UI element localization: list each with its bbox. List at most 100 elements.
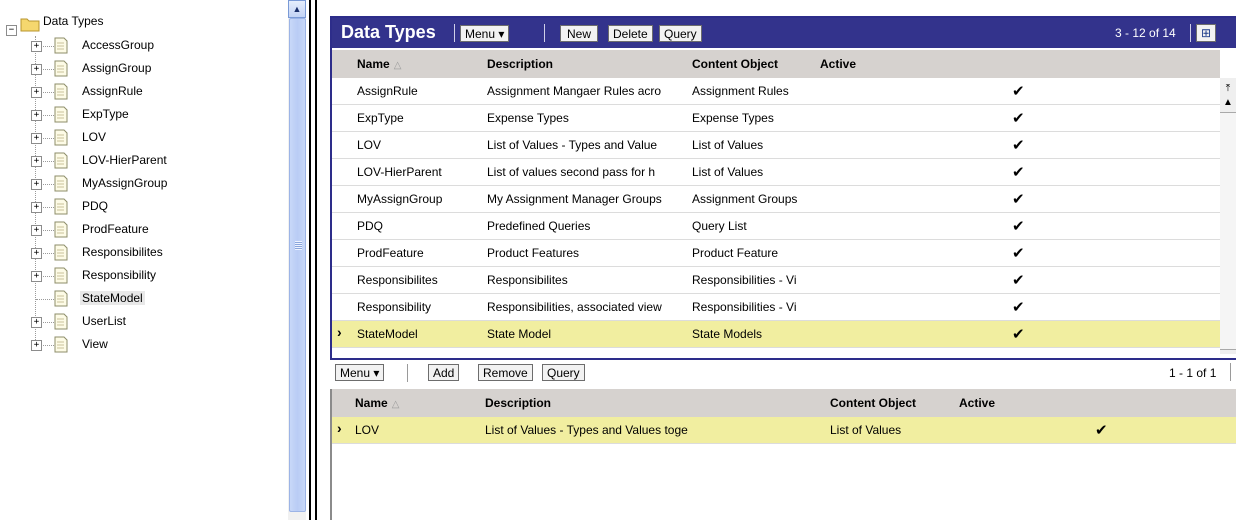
- tree-item-label[interactable]: LOV-HierParent: [82, 153, 167, 167]
- cell-description[interactable]: My Assignment Manager Groups: [487, 192, 690, 206]
- tree-item-label[interactable]: ProdFeature: [82, 222, 149, 236]
- tree-item-label[interactable]: Responsibilites: [82, 245, 163, 259]
- new-button[interactable]: New: [560, 25, 599, 42]
- tree-item-label[interactable]: View: [82, 337, 108, 351]
- cell-content[interactable]: Responsibilities - Vi: [692, 273, 817, 287]
- lower-menu-button[interactable]: Menu ▾: [335, 364, 385, 381]
- table-row[interactable]: MyAssignGroup My Assignment Manager Group…: [332, 186, 1220, 213]
- tree-item-label[interactable]: UserList: [82, 314, 126, 328]
- cell-name[interactable]: PDQ: [357, 219, 485, 233]
- cell-description[interactable]: Product Features: [487, 246, 690, 260]
- tree-item-label[interactable]: PDQ: [82, 199, 108, 213]
- cell-description[interactable]: State Model: [487, 327, 690, 341]
- expand-icon[interactable]: +: [31, 340, 42, 351]
- record-count: 3 - 12 of 14: [1115, 26, 1176, 40]
- delete-button[interactable]: Delete: [608, 25, 653, 42]
- cell-description[interactable]: Predefined Queries: [487, 219, 690, 233]
- table-row[interactable]: ExpType Expense Types Expense Types ✔: [332, 105, 1220, 132]
- table-row[interactable]: › LOV List of Values - Types and Values to…: [332, 417, 1236, 444]
- expand-icon[interactable]: +: [31, 202, 42, 213]
- cell-description[interactable]: List of Values - Types and Value: [487, 138, 690, 152]
- scroll-up-icon[interactable]: ▲: [1220, 96, 1236, 110]
- tree-item-label[interactable]: ExpType: [82, 107, 129, 121]
- column-name[interactable]: Name △: [355, 396, 399, 410]
- expand-icon[interactable]: +: [31, 87, 42, 98]
- cell-content[interactable]: List of Values: [692, 138, 817, 152]
- scroll-top-icon[interactable]: ⤒: [1220, 82, 1236, 96]
- cell-content[interactable]: Product Feature: [692, 246, 817, 260]
- cell-name[interactable]: ProdFeature: [357, 246, 485, 260]
- cell-description[interactable]: Expense Types: [487, 111, 690, 125]
- expand-icon[interactable]: +: [31, 271, 42, 282]
- cell-content[interactable]: List of Values: [692, 165, 817, 179]
- table-row[interactable]: LOV List of Values - Types and Value List …: [332, 132, 1220, 159]
- collapse-icon[interactable]: −: [6, 25, 17, 36]
- add-button[interactable]: Add: [428, 364, 460, 381]
- cell-description[interactable]: List of Values - Types and Values togeth…: [485, 423, 688, 437]
- cell-description[interactable]: List of values second pass for h: [487, 165, 690, 179]
- remove-button[interactable]: Remove: [478, 364, 533, 381]
- document-icon: [54, 175, 68, 192]
- expand-icon[interactable]: +: [31, 156, 42, 167]
- cell-name[interactable]: LOV: [357, 138, 485, 152]
- list-scrollbar[interactable]: ⤒ ▲: [1220, 78, 1236, 354]
- check-icon: ✔: [1012, 137, 1025, 154]
- expand-icon[interactable]: +: [31, 317, 42, 328]
- tree-item-label[interactable]: LOV: [82, 130, 106, 144]
- scroll-up-icon[interactable]: ▲: [288, 0, 306, 18]
- cell-name[interactable]: MyAssignGroup: [357, 192, 485, 206]
- table-row[interactable]: › StateModel State Model State Models ✔: [332, 321, 1220, 348]
- menu-button[interactable]: Menu ▾: [460, 25, 510, 42]
- table-row[interactable]: PDQ Predefined Queries Query List ✔: [332, 213, 1220, 240]
- tree-item-label[interactable]: StateModel: [80, 291, 145, 305]
- cell-description[interactable]: Assignment Mangaer Rules acro: [487, 84, 690, 98]
- table-row[interactable]: LOV-HierParent List of values second pass…: [332, 159, 1220, 186]
- cell-content[interactable]: State Models: [692, 327, 817, 341]
- column-active[interactable]: Active: [820, 57, 856, 71]
- cell-content[interactable]: Expense Types: [692, 111, 817, 125]
- table-row[interactable]: Responsibility Responsibilities, associat…: [332, 294, 1220, 321]
- expand-icon[interactable]: +: [31, 133, 42, 144]
- cell-name[interactable]: LOV-HierParent: [357, 165, 485, 179]
- tree-item-label[interactable]: AssignGroup: [82, 61, 151, 75]
- column-content-object[interactable]: Content Object: [830, 396, 916, 410]
- expand-icon[interactable]: +: [31, 41, 42, 52]
- expand-icon[interactable]: +: [31, 64, 42, 75]
- cell-name[interactable]: LOV: [355, 423, 483, 437]
- table-row[interactable]: Responsibilites Responsibilites Responsibi…: [332, 267, 1220, 294]
- tree-scrollbar[interactable]: ▲: [288, 0, 306, 520]
- column-active[interactable]: Active: [959, 396, 995, 410]
- tree-item-label[interactable]: AccessGroup: [82, 38, 154, 52]
- lower-query-button[interactable]: Query: [542, 364, 585, 381]
- table-row[interactable]: ProdFeature Product Features Product Featu…: [332, 240, 1220, 267]
- cell-content[interactable]: Assignment Rules: [692, 84, 817, 98]
- expand-icon[interactable]: +: [31, 225, 42, 236]
- cell-name[interactable]: StateModel: [357, 327, 485, 341]
- cell-description[interactable]: Responsibilites: [487, 273, 690, 287]
- cell-name[interactable]: Responsibility: [357, 300, 485, 314]
- cell-content[interactable]: Responsibilities - Vi: [692, 300, 817, 314]
- cell-name[interactable]: ExpType: [357, 111, 485, 125]
- expand-icon[interactable]: +: [31, 110, 42, 121]
- scroll-thumb[interactable]: [289, 18, 306, 512]
- cell-content[interactable]: List of Values: [830, 423, 955, 437]
- column-content-object[interactable]: Content Object: [692, 57, 778, 71]
- tree-root-label[interactable]: Data Types: [43, 14, 103, 28]
- cell-content[interactable]: Query List: [692, 219, 817, 233]
- column-name[interactable]: Name △: [357, 57, 401, 71]
- column-description[interactable]: Description: [485, 396, 551, 410]
- cell-name[interactable]: AssignRule: [357, 84, 485, 98]
- tree-item-label[interactable]: Responsibility: [82, 268, 156, 282]
- export-icon[interactable]: ⊞: [1196, 24, 1216, 42]
- cell-content[interactable]: Assignment Groups: [692, 192, 817, 206]
- cell-name[interactable]: Responsibilites: [357, 273, 485, 287]
- column-description[interactable]: Description: [487, 57, 553, 71]
- expand-icon[interactable]: +: [31, 179, 42, 190]
- expand-icon[interactable]: +: [31, 248, 42, 259]
- tree-item-label[interactable]: AssignRule: [82, 84, 143, 98]
- tree-item-label[interactable]: MyAssignGroup: [82, 176, 167, 190]
- scroll-thumb[interactable]: [1220, 112, 1236, 350]
- query-button[interactable]: Query: [659, 25, 702, 42]
- cell-description[interactable]: Responsibilities, associated view: [487, 300, 690, 314]
- table-row[interactable]: AssignRule Assignment Mangaer Rules acro A…: [332, 78, 1220, 105]
